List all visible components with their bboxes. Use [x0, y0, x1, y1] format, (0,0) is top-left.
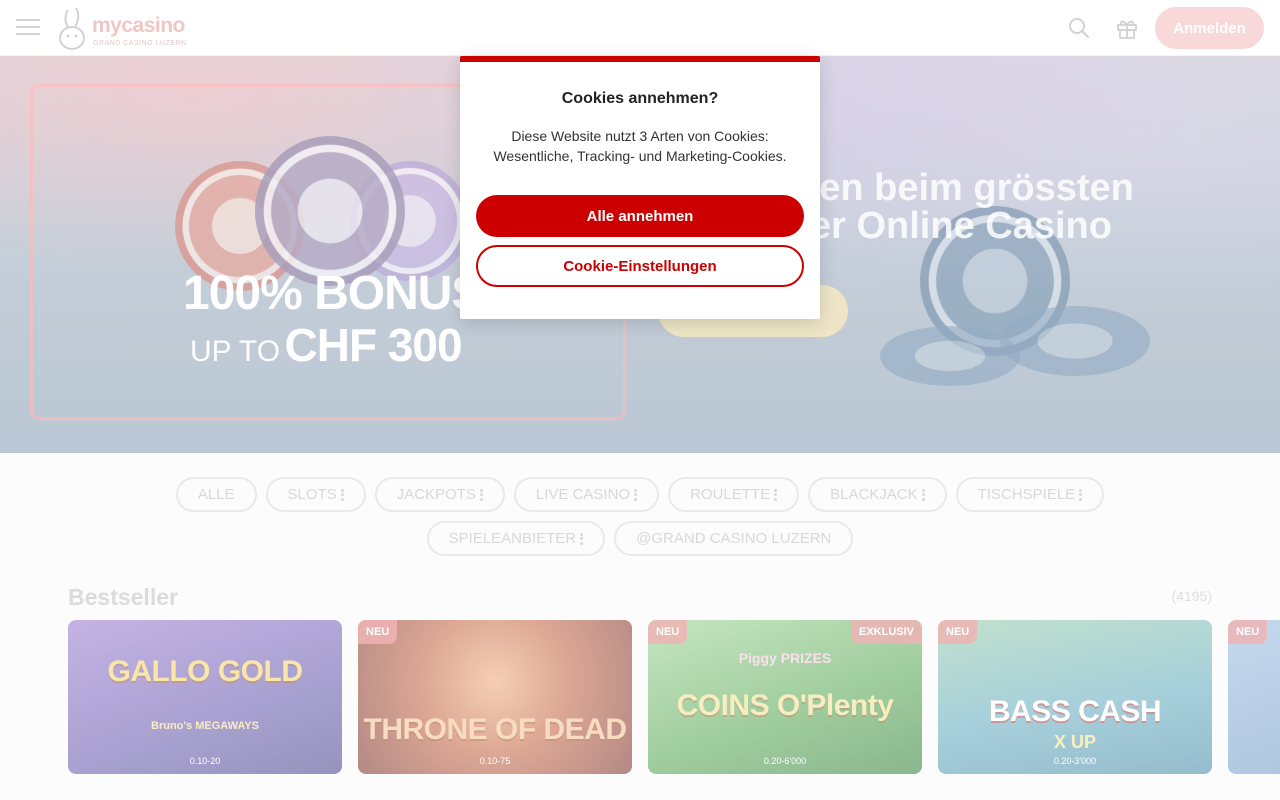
cookie-settings-button[interactable]: Cookie-Einstellungen: [476, 245, 804, 287]
accept-all-cookies-button[interactable]: Alle annehmen: [476, 195, 804, 237]
cookie-dialog-title: Cookies annehmen?: [561, 90, 719, 107]
cookie-dialog: Cookies annehmen? Diese Website nutzt 3 …: [460, 56, 820, 319]
cookie-dialog-text: Diese Website nutzt 3 Arten von Cookies:…: [493, 128, 787, 164]
